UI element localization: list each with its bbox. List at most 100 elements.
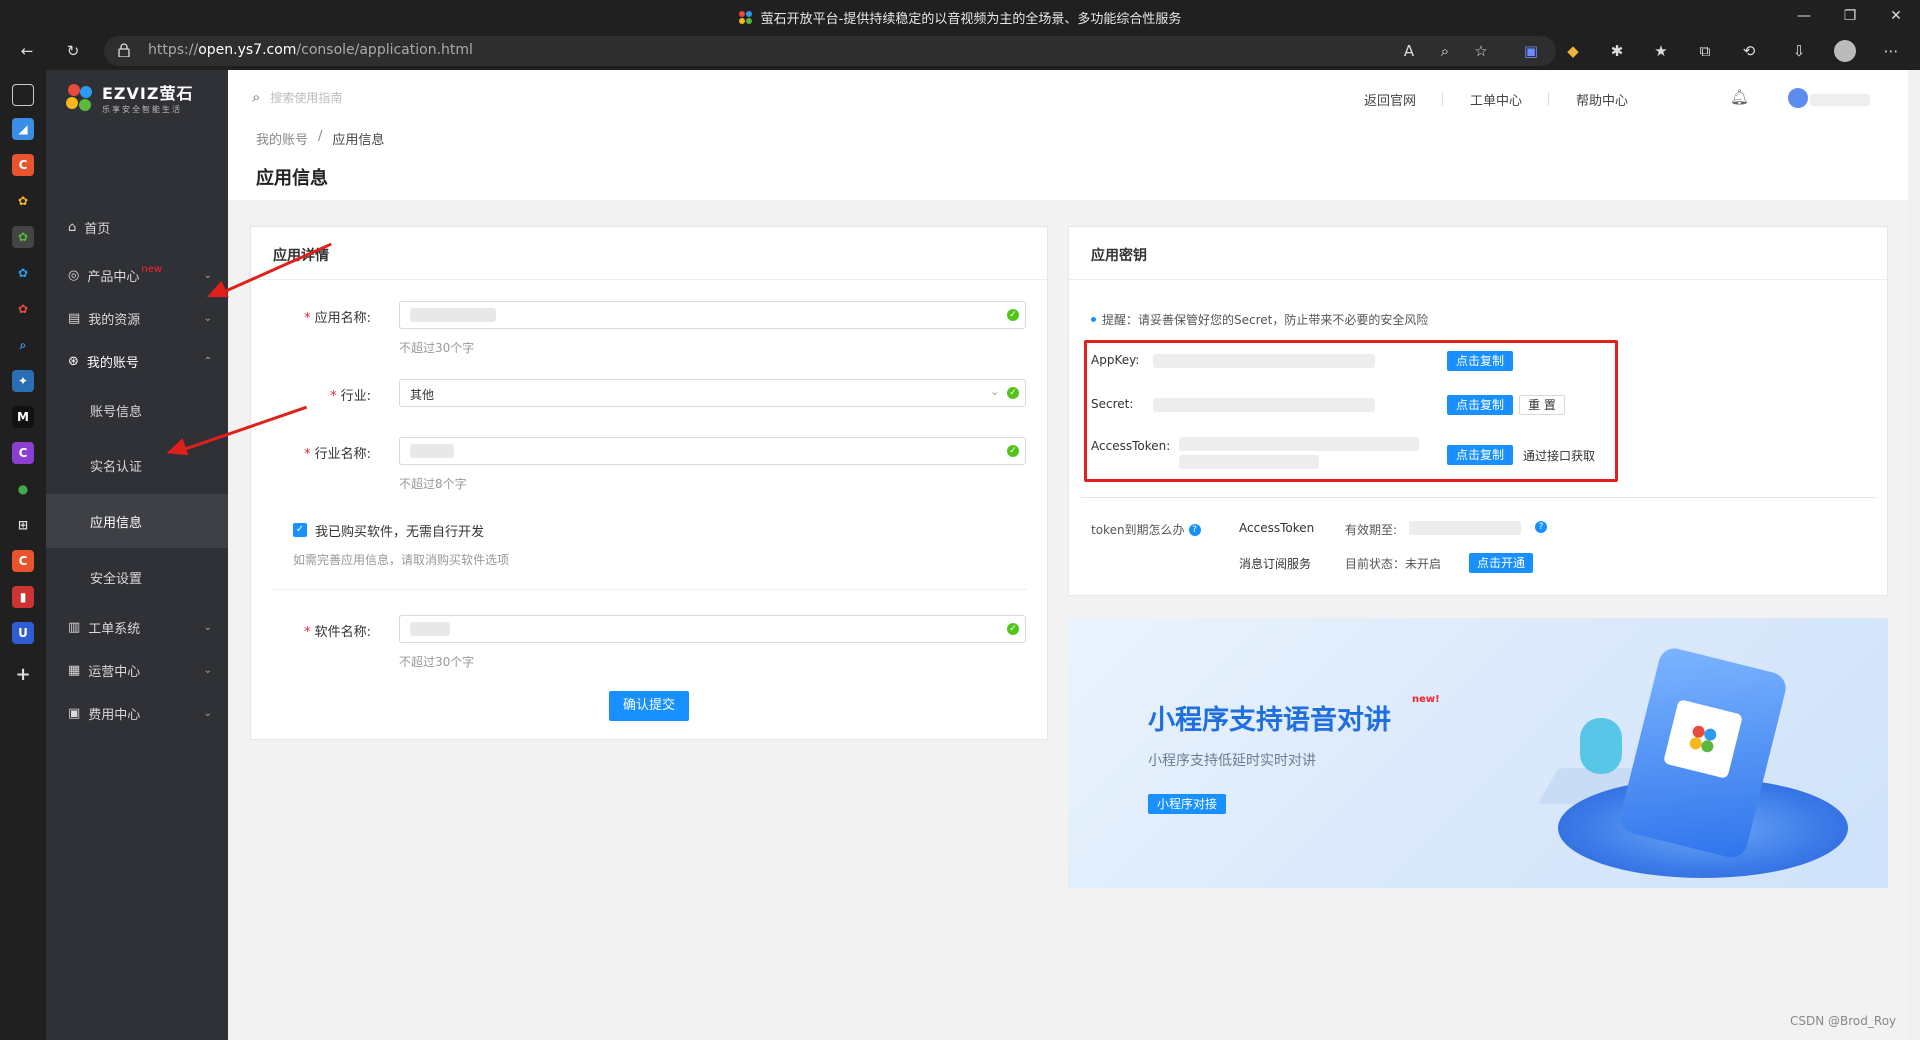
- industry-select[interactable]: 其他 ⌄ ✓: [399, 379, 1026, 407]
- link-help-center[interactable]: 帮助中心: [1576, 90, 1628, 109]
- refresh-icon[interactable]: ↻: [62, 40, 84, 62]
- link-official-site[interactable]: 返回官网: [1364, 90, 1416, 109]
- chevron-down-icon: ⌄: [203, 707, 212, 719]
- restore-icon[interactable]: ❐: [1840, 6, 1860, 26]
- tab-actions-icon[interactable]: [12, 84, 34, 106]
- sidebar-app-icon-3[interactable]: ✦: [12, 370, 34, 392]
- zoom-icon[interactable]: ⌕: [1434, 40, 1456, 62]
- collections-icon[interactable]: ⧉: [1694, 40, 1716, 62]
- search-box[interactable]: ⌕ 搜索使用指南: [252, 88, 452, 106]
- browser-title-bar: 萤石开放平台-提供持续稳定的以音视频为主的全场景、多功能综合性服务 — ❐ ✕: [0, 0, 1920, 32]
- sidebar-app-icon-5[interactable]: C: [12, 442, 34, 464]
- security-notice: 提醒：请妥善保管好您的Secret，防止带来不必要的安全风险: [1091, 311, 1428, 328]
- sidebar-ezviz-icon-4[interactable]: ✿: [12, 298, 34, 320]
- nav-item-home[interactable]: ⌂ 首页: [46, 206, 228, 248]
- sidebar-app-icon-2[interactable]: C: [12, 154, 34, 176]
- logo-text: EZVIZ萤石: [102, 84, 194, 103]
- app-name-label: * 应用名称:: [304, 311, 371, 326]
- page-scrollbar[interactable]: [1908, 70, 1920, 1040]
- close-icon[interactable]: ✕: [1886, 6, 1906, 26]
- window-title: 萤石开放平台-提供持续稳定的以音视频为主的全场景、多功能综合性服务: [0, 8, 1920, 27]
- sidebar-ezviz-icon-2[interactable]: ✿: [12, 226, 34, 248]
- home-icon: ⌂: [68, 219, 77, 235]
- msg-service-name: 消息订阅服务: [1239, 557, 1312, 571]
- sidebar-app-icon-10[interactable]: U: [12, 622, 34, 644]
- sidebar-app-icon-8[interactable]: C: [12, 550, 34, 572]
- software-name-hint: 不超过30个字: [399, 655, 475, 669]
- purchased-checkbox[interactable]: ✓: [293, 523, 307, 537]
- account-icon: ⊛: [68, 353, 79, 369]
- sidebar-add-icon[interactable]: +: [12, 664, 34, 686]
- nav-item-account[interactable]: ⊛ 我的账号 ⌃: [46, 340, 228, 382]
- industry-label: * 行业:: [330, 389, 371, 404]
- purchased-checkbox-label[interactable]: 我已购买软件，无需自行开发: [315, 521, 484, 540]
- question-icon[interactable]: ?: [1535, 521, 1547, 533]
- lock-icon: [118, 43, 130, 57]
- sidebar-ezviz-icon-1[interactable]: ✿: [12, 190, 34, 212]
- sidebar-ezviz-icon-3[interactable]: ✿: [12, 262, 34, 284]
- product-icon: ◎: [68, 267, 80, 283]
- ezviz-favicon-icon: [738, 10, 753, 25]
- nav-item-tickets[interactable]: ▥ 工单系统 ⌄: [46, 606, 228, 648]
- nav-sub-account-info[interactable]: 账号信息: [46, 383, 228, 437]
- sidebar-app-icon-7[interactable]: ⊞: [12, 514, 34, 536]
- sidebar-app-icon-1[interactable]: ◢: [12, 118, 34, 140]
- search-placeholder: 搜索使用指南: [270, 90, 343, 105]
- nav-sub-verification[interactable]: 实名认证: [46, 438, 228, 492]
- token-expire-help[interactable]: token到期怎么办 ?: [1091, 521, 1201, 538]
- username-blurred: [1810, 94, 1870, 106]
- back-arrow-icon[interactable]: ←: [16, 40, 38, 62]
- banner-button[interactable]: 小程序对接: [1148, 794, 1226, 814]
- nav-item-fees[interactable]: ▣ 费用中心 ⌄: [46, 692, 228, 734]
- nav-item-ops[interactable]: ▦ 运营中心 ⌄: [46, 649, 228, 691]
- extensions-puzzle-icon[interactable]: ✱: [1606, 40, 1628, 62]
- sidebar-search-icon[interactable]: ⌕: [12, 334, 34, 356]
- extension-cat-icon[interactable]: ◆: [1562, 40, 1584, 62]
- downloads-icon[interactable]: ⇩: [1788, 40, 1810, 62]
- divider: [251, 279, 1047, 280]
- nav-item-products[interactable]: ◎ 产品中心 new ⌄: [46, 254, 228, 296]
- promo-banner[interactable]: 小程序支持语音对讲 new! 小程序支持低延时实时对讲 小程序对接: [1068, 618, 1888, 888]
- page-title: 应用信息: [256, 168, 328, 189]
- logo-subtext: 乐享安全智能生活: [102, 105, 182, 114]
- app-details-panel: 应用详情 *应用名称: ✓ 不超过30个字 *行业: 其他 ⌄ ✓ *行业名称:…: [250, 226, 1048, 740]
- more-menu-icon[interactable]: ⋯: [1880, 40, 1902, 62]
- minimize-icon[interactable]: —: [1794, 6, 1814, 26]
- nav-sub-app-info[interactable]: 应用信息: [46, 494, 228, 548]
- nav-item-resources[interactable]: ▤ 我的资源 ⌄: [46, 297, 228, 339]
- read-aloud-icon[interactable]: A: [1398, 40, 1420, 62]
- link-ticket-center[interactable]: 工单中心: [1470, 90, 1522, 109]
- question-icon: ?: [1188, 523, 1201, 536]
- submit-button[interactable]: 确认提交: [609, 691, 689, 721]
- industry-name-input[interactable]: ✓: [399, 437, 1026, 465]
- ezviz-logo-icon: [64, 82, 96, 114]
- breadcrumb-parent[interactable]: 我的账号: [256, 129, 308, 148]
- sidebar-app-icon-9[interactable]: ▮: [12, 586, 34, 608]
- valid-until-blurred: [1409, 521, 1521, 535]
- sidebar-app-icon-4[interactable]: M: [12, 406, 34, 428]
- brand-logo[interactable]: EZVIZ萤石 乐享安全智能生活: [64, 80, 193, 115]
- history-icon[interactable]: ⟲: [1738, 40, 1760, 62]
- check-circle-icon: ✓: [1007, 623, 1019, 635]
- divider: [273, 589, 1027, 590]
- fee-icon: ▣: [68, 705, 81, 721]
- banner-subtitle: 小程序支持低延时实时对讲: [1148, 753, 1316, 769]
- app-name-value-blurred: [410, 308, 496, 322]
- check-circle-icon: ✓: [1007, 309, 1019, 321]
- favorites-list-icon[interactable]: ★: [1650, 40, 1672, 62]
- nav-sub-security[interactable]: 安全设置: [46, 550, 228, 604]
- user-avatar[interactable]: [1788, 88, 1808, 108]
- favorite-star-icon[interactable]: ☆: [1470, 40, 1492, 62]
- profile-avatar-icon[interactable]: [1834, 40, 1856, 62]
- enable-service-button[interactable]: 点击开通: [1469, 553, 1533, 573]
- app-name-input[interactable]: ✓: [399, 301, 1026, 329]
- microphone-icon: [1580, 718, 1622, 774]
- software-name-input[interactable]: ✓: [399, 615, 1026, 643]
- sidebar-app-icon-6[interactable]: ●: [12, 478, 34, 500]
- divider: [1069, 279, 1887, 280]
- check-circle-icon: ✓: [1007, 387, 1019, 399]
- chevron-up-icon: ⌃: [203, 355, 212, 367]
- extension-screen-icon[interactable]: ▣: [1520, 40, 1542, 62]
- window-title-text: 萤石开放平台-提供持续稳定的以音视频为主的全场景、多功能综合性服务: [760, 12, 1182, 27]
- bell-icon[interactable]: 🔔︎: [1730, 88, 1749, 106]
